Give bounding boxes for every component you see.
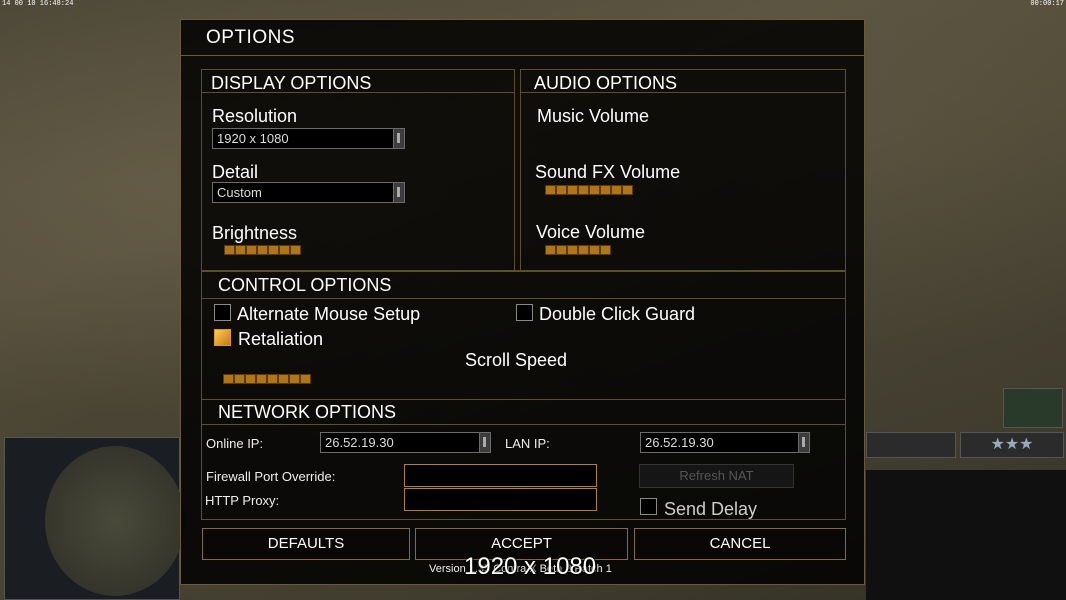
fps-stats: 14 00 10 16:48:24 bbox=[2, 0, 74, 8]
voice-volume-slider[interactable] bbox=[545, 245, 611, 255]
slider-notch bbox=[545, 245, 556, 255]
detail-value: Custom bbox=[217, 185, 262, 200]
slider-notch bbox=[578, 245, 589, 255]
send-delay-checkbox[interactable] bbox=[640, 498, 657, 515]
slider-notch bbox=[246, 245, 257, 255]
slider-notch bbox=[589, 185, 600, 195]
resolution-dropdown[interactable]: 1920 x 1080 bbox=[212, 128, 405, 149]
slider-notch bbox=[567, 245, 578, 255]
slider-notch bbox=[600, 185, 611, 195]
brightness-label: Brightness bbox=[212, 223, 298, 243]
rank-stars-icon: ★★★ bbox=[990, 436, 1034, 453]
slider-notch bbox=[290, 245, 301, 255]
slider-notch bbox=[589, 245, 600, 255]
faction-emblem bbox=[866, 470, 1066, 600]
audio-options-title: AUDIO OPTIONS bbox=[534, 73, 678, 93]
sfx-volume-label: Sound FX Volume bbox=[535, 162, 681, 182]
lan-ip-value: 26.52.19.30 bbox=[645, 435, 714, 450]
online-ip-dropdown[interactable]: 26.52.19.30 bbox=[320, 432, 491, 453]
slider-notch bbox=[600, 245, 611, 255]
minimap[interactable] bbox=[4, 437, 185, 600]
http-proxy-input[interactable] bbox=[404, 488, 597, 511]
slider-notch bbox=[545, 185, 556, 195]
slider-notch bbox=[622, 185, 633, 195]
slider-notch bbox=[257, 245, 268, 255]
slider-notch bbox=[556, 185, 567, 195]
http-proxy-label: HTTP Proxy: bbox=[205, 493, 280, 508]
voice-volume-label: Voice Volume bbox=[536, 222, 646, 242]
slider-notch bbox=[556, 245, 567, 255]
dropdown-arrow-icon[interactable] bbox=[798, 433, 809, 452]
slider-notch bbox=[268, 245, 279, 255]
star-rank-bar[interactable]: ★★★ bbox=[960, 432, 1064, 458]
firewall-port-label: Firewall Port Override: bbox=[206, 469, 336, 484]
display-title-divider bbox=[201, 92, 515, 93]
dropdown-arrow-icon[interactable] bbox=[393, 129, 404, 148]
online-ip-value: 26.52.19.30 bbox=[325, 435, 394, 450]
title-divider bbox=[181, 55, 864, 56]
defaults-button[interactable]: DEFAULTS bbox=[202, 528, 410, 560]
refresh-nat-button[interactable]: Refresh NAT bbox=[639, 464, 794, 488]
display-options-title: DISPLAY OPTIONS bbox=[211, 73, 372, 93]
command-bar-left bbox=[866, 432, 956, 458]
firewall-port-input[interactable] bbox=[404, 464, 597, 487]
minimap-terrain bbox=[45, 446, 185, 596]
sfx-volume-slider[interactable] bbox=[545, 185, 633, 195]
lan-ip-label: LAN IP: bbox=[505, 436, 550, 451]
online-ip-label: Online IP: bbox=[206, 436, 264, 451]
detail-dropdown[interactable]: Custom bbox=[212, 182, 405, 203]
audio-title-divider bbox=[520, 92, 846, 93]
slider-notch bbox=[224, 245, 235, 255]
slider-notch bbox=[611, 185, 622, 195]
resolution-label: Resolution bbox=[212, 106, 298, 126]
brightness-slider[interactable] bbox=[224, 245, 301, 255]
general-rank-badge[interactable] bbox=[1003, 388, 1063, 428]
music-volume-label: Music Volume bbox=[537, 106, 650, 126]
lan-ip-dropdown[interactable]: 26.52.19.30 bbox=[640, 432, 810, 453]
slider-notch bbox=[578, 185, 589, 195]
slider-notch bbox=[567, 185, 578, 195]
detail-label: Detail bbox=[212, 162, 259, 182]
slider-notch bbox=[235, 245, 246, 255]
send-delay-label[interactable]: Send Delay bbox=[664, 499, 757, 520]
slider-notch bbox=[279, 245, 290, 255]
dropdown-arrow-icon[interactable] bbox=[393, 183, 404, 202]
cancel-button[interactable]: CANCEL bbox=[634, 528, 846, 560]
game-timer: 00:00:17 bbox=[1030, 0, 1064, 8]
resolution-overlay-text: 1920 x 1080 bbox=[464, 553, 597, 580]
dropdown-arrow-icon[interactable] bbox=[479, 433, 490, 452]
resolution-value: 1920 x 1080 bbox=[217, 131, 289, 146]
dialog-title: OPTIONS bbox=[206, 27, 296, 48]
